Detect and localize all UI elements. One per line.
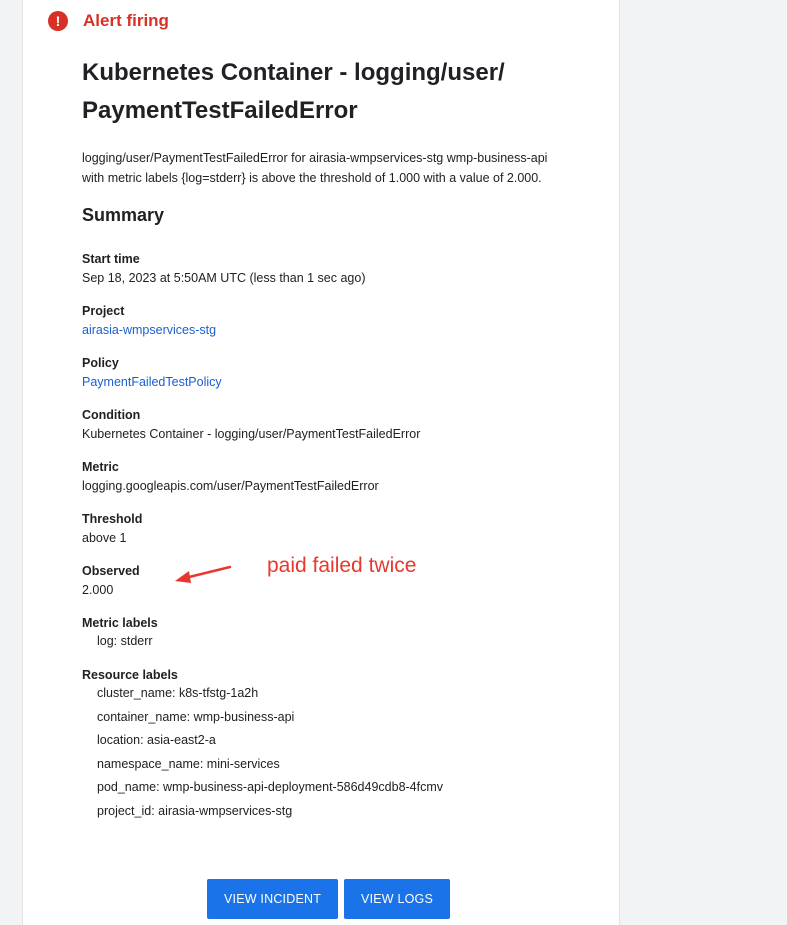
start-time-field: Start time Sep 18, 2023 at 5:50AM UTC (l… [82,250,366,288]
metric-label: Metric [82,460,119,474]
resource-label-item: namespace_name: mini-services [97,756,280,771]
incident-description-line-1: logging/user/PaymentTestFailedError for … [82,151,548,165]
incident-title-line-1: Kubernetes Container - logging/user/ [82,59,505,86]
metric-labels-list: log: stderr [82,630,158,654]
policy-link[interactable]: PaymentFailedTestPolicy [82,372,222,392]
threshold-field: Threshold above 1 [82,510,142,548]
resource-label-item: pod_name: wmp-business-api-deployment-58… [97,780,444,795]
project-link[interactable]: airasia-wmpservices-stg [82,320,216,340]
resource-label-item: container_name: wmp-business-api [97,709,295,724]
action-buttons: VIEW INCIDENT VIEW LOGS [207,879,451,919]
project-label: Project [82,304,125,318]
resource-label-item: cluster_name: k8s-tfstg-1a2h [97,686,259,700]
observed-value: 2.000 [82,583,114,597]
project-field: Project airasia-wmpservices-stg [82,302,216,340]
annotation-arrow-icon [175,565,232,583]
metric-field: Metric logging.googleapis.com/user/Payme… [82,458,379,496]
alert-email-card: ! Alert firing Kubernetes Container - lo… [22,0,620,925]
resource-label-item: location: asia-east2-a [97,733,216,748]
summary-heading: Summary [82,205,165,225]
incident-description: logging/user/PaymentTestFailedError for … [82,148,582,188]
alert-status-header: ! Alert firing [48,11,169,31]
condition-value: Kubernetes Container - logging/user/Paym… [82,427,421,441]
metric-value: logging.googleapis.com/user/PaymentTestF… [82,479,379,493]
incident-title-line-2: PaymentTestFailedError [82,97,358,124]
view-incident-button[interactable]: VIEW INCIDENT [207,879,339,919]
metric-label-item: log: stderr [97,634,153,648]
observed-label: Observed [82,564,140,578]
incident-title: Kubernetes Container - logging/user/Paym… [82,54,552,130]
alert-status-text: Alert firing [83,11,169,30]
start-time-label: Start time [82,252,140,266]
view-logs-button[interactable]: VIEW LOGS [344,879,451,919]
observed-field: Observed 2.000 [82,562,140,600]
threshold-label: Threshold [82,512,143,526]
annotation-text: paid failed twice [267,554,417,577]
condition-field: Condition Kubernetes Container - logging… [82,406,420,444]
alert-exclamation-icon: ! [48,11,68,31]
resource-label-item: project_id: airasia-wmpservices-stg [97,803,293,818]
resource-labels-list: cluster_name: k8s-tfstg-1a2h container_n… [82,682,443,824]
condition-label: Condition [82,408,141,422]
policy-label: Policy [82,356,119,370]
policy-field: Policy PaymentFailedTestPolicy [82,354,222,392]
start-time-value: Sep 18, 2023 at 5:50AM UTC (less than 1 … [82,271,366,285]
threshold-value: above 1 [82,531,127,545]
metric-labels-field: Metric labels log: stderr [82,614,158,654]
incident-description-line-2: with metric labels {log=stderr} is above… [82,171,542,185]
resource-labels-field: Resource labels cluster_name: k8s-tfstg-… [82,666,443,824]
